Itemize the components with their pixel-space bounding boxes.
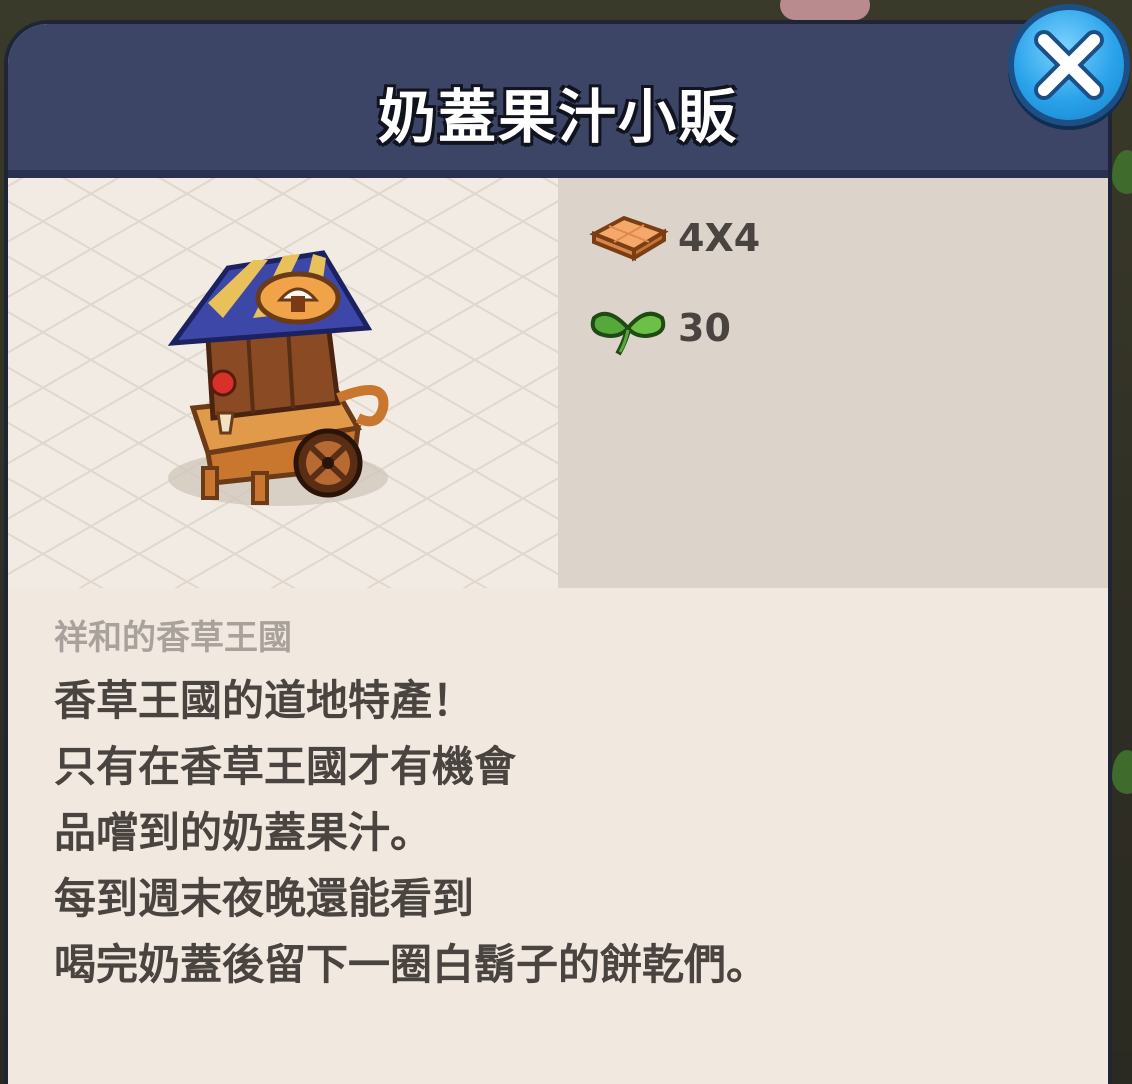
description-line: 每到週末夜晚還能看到 [54,874,475,923]
item-category: 祥和的香草王國 [54,618,292,658]
points-stat: 30 [588,298,731,358]
juice-cart-icon [167,250,389,506]
points-value: 30 [678,306,731,350]
size-stat: 4X4 [588,208,760,268]
leaf-decoration [1112,150,1132,194]
close-x-icon [1034,30,1104,100]
clover-icon [590,311,666,356]
description-line: 喝完奶蓋後留下一圈白鬍子的餅乾們。 [54,940,769,989]
dialog-header: 奶蓋果汁小販 [8,24,1108,178]
item-preview [8,178,558,588]
dialog-title: 奶蓋果汁小販 [377,83,738,151]
item-stats-panel: 4X4 30 [558,178,1108,588]
leaf-decoration [1112,750,1132,794]
item-info-dialog: 奶蓋果汁小販 4X4 30 祥和的香草王國 香草王國的道地特產！ 只有在香草王國… [8,24,1108,1084]
description-text: 香草王國的道地特產！ 只有在香草王國才有機會 品嚐到的奶蓋果汁。 每到週末夜晚還… [54,668,768,998]
tile-size-icon [589,215,669,262]
size-value: 4X4 [678,216,761,260]
description-line: 只有在香草王國才有機會 [54,742,517,791]
close-button[interactable] [1008,4,1130,126]
blossom-decoration [780,0,870,20]
description-line: 香草王國的道地特產！ [54,676,475,725]
item-description: 祥和的香草王國 香草王國的道地特產！ 只有在香草王國才有機會 品嚐到的奶蓋果汁。… [8,588,1108,1084]
description-line: 品嚐到的奶蓋果汁。 [54,808,433,857]
